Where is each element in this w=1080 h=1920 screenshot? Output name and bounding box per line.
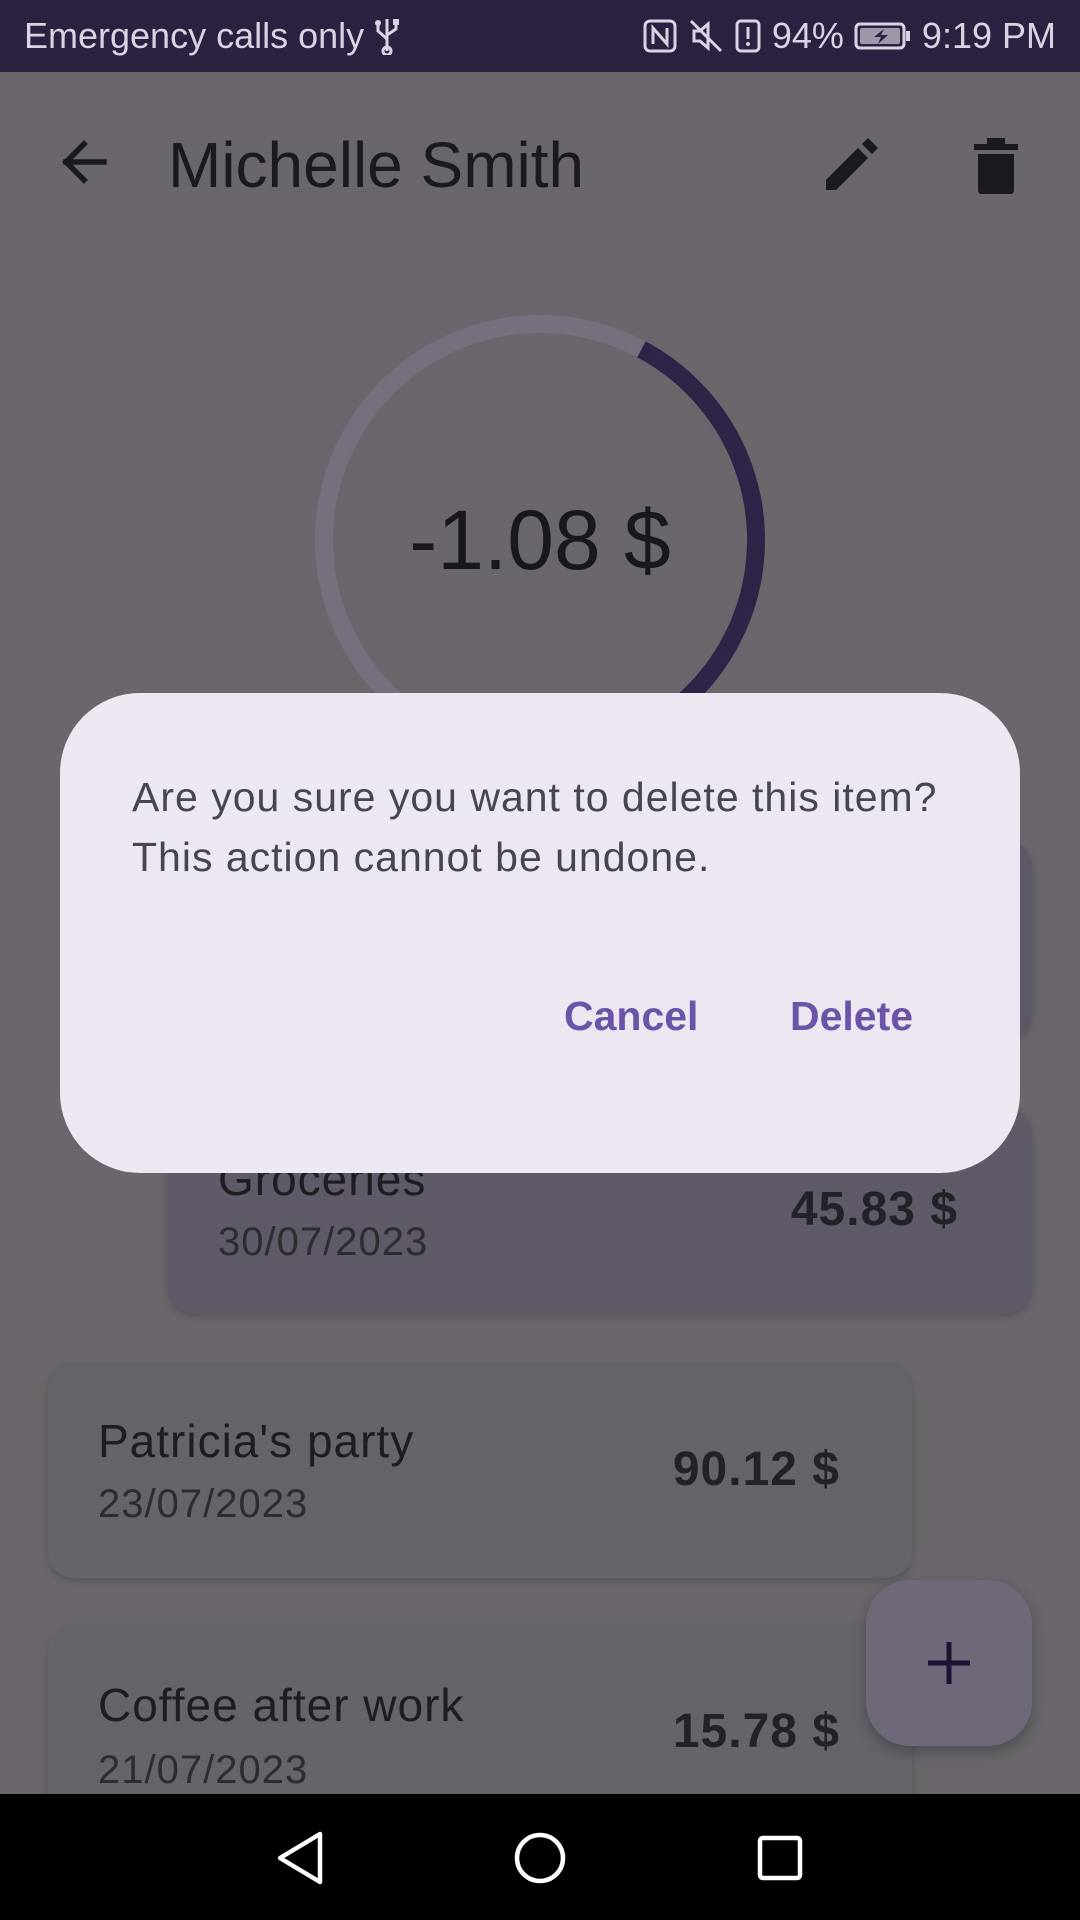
battery-alert-icon bbox=[734, 18, 762, 54]
nav-home-button[interactable] bbox=[504, 1822, 576, 1894]
battery-percent: 94% bbox=[771, 15, 844, 56]
arrow-back-icon bbox=[62, 140, 107, 184]
trash-icon bbox=[974, 138, 1018, 194]
screen: Emergency calls only 94% 9:19 PM Michell… bbox=[0, 0, 1080, 1920]
edit-button[interactable] bbox=[810, 126, 890, 206]
mute-icon bbox=[688, 18, 724, 54]
confirm-delete-button[interactable]: Delete bbox=[776, 983, 927, 1050]
nfc-icon bbox=[642, 18, 678, 54]
usb-icon bbox=[374, 17, 400, 55]
item-date: 30/07/2023 bbox=[218, 1220, 429, 1264]
item-title: Coffee after work bbox=[98, 1679, 465, 1731]
cancel-button[interactable]: Cancel bbox=[550, 983, 712, 1050]
delete-confirm-dialog: Are you sure you want to delete this ite… bbox=[60, 693, 1020, 1173]
status-left: Emergency calls only bbox=[24, 15, 400, 57]
item-title: Patricia's party bbox=[98, 1415, 415, 1467]
battery-charging-icon bbox=[854, 21, 912, 51]
status-right: 94% 9:19 PM bbox=[642, 15, 1056, 57]
system-nav-bar bbox=[0, 1794, 1080, 1920]
item-amount: 15.78 $ bbox=[672, 1705, 840, 1758]
list-item[interactable]: Patricia's party 23/07/2023 90.12 $ bbox=[48, 1364, 912, 1578]
nav-back-icon bbox=[277, 1831, 323, 1885]
item-amount: 90.12 $ bbox=[672, 1443, 840, 1496]
nav-back-button[interactable] bbox=[264, 1822, 336, 1894]
plus-icon bbox=[928, 1642, 970, 1684]
status-bar: Emergency calls only 94% 9:19 PM bbox=[0, 0, 1080, 72]
app-bar: Michelle Smith bbox=[0, 72, 1080, 262]
clock: 9:19 PM bbox=[921, 15, 1056, 56]
delete-icon-button[interactable] bbox=[956, 126, 1036, 206]
carrier-text: Emergency calls only bbox=[24, 15, 365, 56]
back-button[interactable] bbox=[44, 122, 124, 202]
pencil-icon bbox=[826, 138, 878, 190]
item-date: 23/07/2023 bbox=[98, 1482, 309, 1526]
page-title: Michelle Smith bbox=[168, 129, 585, 201]
dialog-message: Are you sure you want to delete this ite… bbox=[132, 774, 938, 880]
nav-recents-icon bbox=[757, 1835, 803, 1881]
nav-home-icon bbox=[514, 1832, 566, 1884]
item-amount: 45.83 $ bbox=[790, 1183, 958, 1236]
add-transaction-button[interactable] bbox=[866, 1580, 1032, 1746]
item-date: 21/07/2023 bbox=[98, 1748, 309, 1792]
nav-recents-button[interactable] bbox=[744, 1822, 816, 1894]
